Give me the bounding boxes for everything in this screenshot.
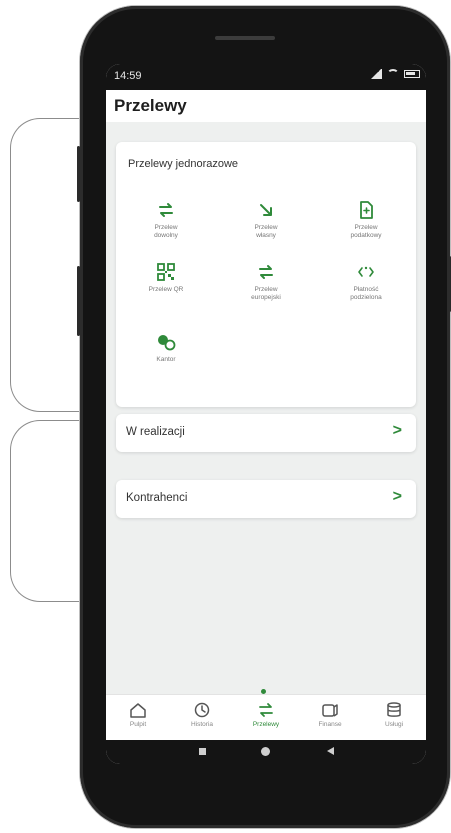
home-circle-icon[interactable] — [261, 747, 270, 756]
nav-item-historia[interactable]: Historia — [170, 701, 234, 728]
card-title: Przelewy jednorazowe — [128, 158, 239, 170]
volume-button — [77, 146, 80, 202]
home-icon — [130, 703, 146, 718]
chevron-right-icon: > — [392, 422, 402, 439]
recent-apps-icon[interactable] — [199, 748, 206, 755]
tile-przelew-europejski[interactable]: Przelew europejski — [221, 262, 311, 302]
nav-label: Pulpit — [129, 721, 147, 728]
nav-label: Finanse — [318, 721, 342, 728]
row-label: W realizacji — [126, 426, 185, 438]
battery-icon — [404, 70, 420, 78]
tile-przelew-qr[interactable]: Przelew QR — [121, 262, 211, 294]
status-time: 14:59 — [114, 70, 142, 82]
app-header: Przelewy — [106, 90, 426, 122]
tax-document-icon — [360, 201, 373, 219]
tile-label-line2: dowolny — [154, 232, 178, 239]
nav-item-przelewy[interactable]: Przelewy — [234, 701, 298, 728]
tile-label-line1: Przelew QR — [148, 286, 184, 293]
history-icon — [194, 702, 210, 718]
currency-exchange-icon — [158, 335, 176, 351]
main-content: Przelewy jednorazowe Przelew dowolny Prz… — [106, 122, 426, 694]
services-icon — [387, 702, 401, 717]
status-bar: 14:59 — [106, 64, 426, 90]
status-icons — [370, 69, 420, 79]
signal-icon — [370, 69, 382, 79]
nav-label: Historia — [190, 721, 214, 728]
page-title: Przelewy — [114, 96, 187, 115]
tile-label-line1: Kantor — [156, 356, 176, 363]
system-nav-bar — [106, 740, 426, 764]
wifi-icon — [387, 69, 399, 79]
side-button-lower — [77, 266, 80, 336]
nav-item-finanse[interactable]: Finanse — [298, 701, 362, 728]
phone-frame: 14:59 Przelewy Przelewy jednorazowe Prze… — [77, 6, 451, 828]
nav-label: Usługi — [384, 721, 404, 728]
arrow-down-right-icon — [260, 204, 272, 216]
active-indicator-dot — [261, 689, 266, 694]
tile-label-line2: własny — [256, 232, 276, 239]
tile-przelew-dowolny[interactable]: Przelew dowolny — [121, 200, 211, 240]
bottom-nav: Pulpit Historia Przelewy Finanse Usługi — [106, 689, 426, 741]
nav-label: Przelewy — [252, 721, 280, 728]
row-label: Kontrahenci — [126, 492, 188, 504]
swap-arrows-icon — [259, 703, 273, 717]
tile-label-line1: Przelew — [254, 224, 278, 231]
nav-item-pulpit[interactable]: Pulpit — [106, 701, 170, 728]
tile-kantor[interactable]: Kantor — [121, 332, 211, 364]
tile-przelew-podatkowy[interactable]: Przelew podatkowy — [321, 200, 411, 240]
phone-screen: 14:59 Przelewy Przelewy jednorazowe Prze… — [106, 64, 426, 764]
swap-arrows-icon — [259, 265, 273, 279]
tile-label-line1: Płatność — [353, 286, 379, 293]
chevron-right-icon: > — [392, 488, 402, 505]
one-time-transfers-card: Przelewy jednorazowe Przelew dowolny Prz… — [116, 142, 416, 407]
tile-label-line2: podzielona — [350, 294, 382, 301]
finance-icon — [322, 704, 338, 717]
tile-label-line1: Przelew — [254, 286, 278, 293]
tile-przelew-wlasny[interactable]: Przelew własny — [221, 200, 311, 240]
back-icon[interactable] — [327, 747, 334, 755]
row-w-realizacji[interactable]: W realizacji > — [116, 414, 416, 452]
tile-label-line2: podatkowy — [350, 232, 382, 239]
split-payment-icon — [358, 266, 374, 277]
qr-code-icon — [157, 263, 175, 281]
tile-label-line1: Przelew — [154, 224, 178, 231]
tile-label-line2: europejski — [251, 294, 281, 301]
swap-arrows-icon — [159, 203, 173, 217]
row-kontrahenci[interactable]: Kontrahenci > — [116, 480, 416, 518]
tile-platnosc-podzielona[interactable]: Płatność podzielona — [321, 262, 411, 302]
speaker-grille — [215, 36, 275, 40]
tile-label-line1: Przelew — [354, 224, 378, 231]
nav-item-uslugi[interactable]: Usługi — [362, 701, 426, 728]
